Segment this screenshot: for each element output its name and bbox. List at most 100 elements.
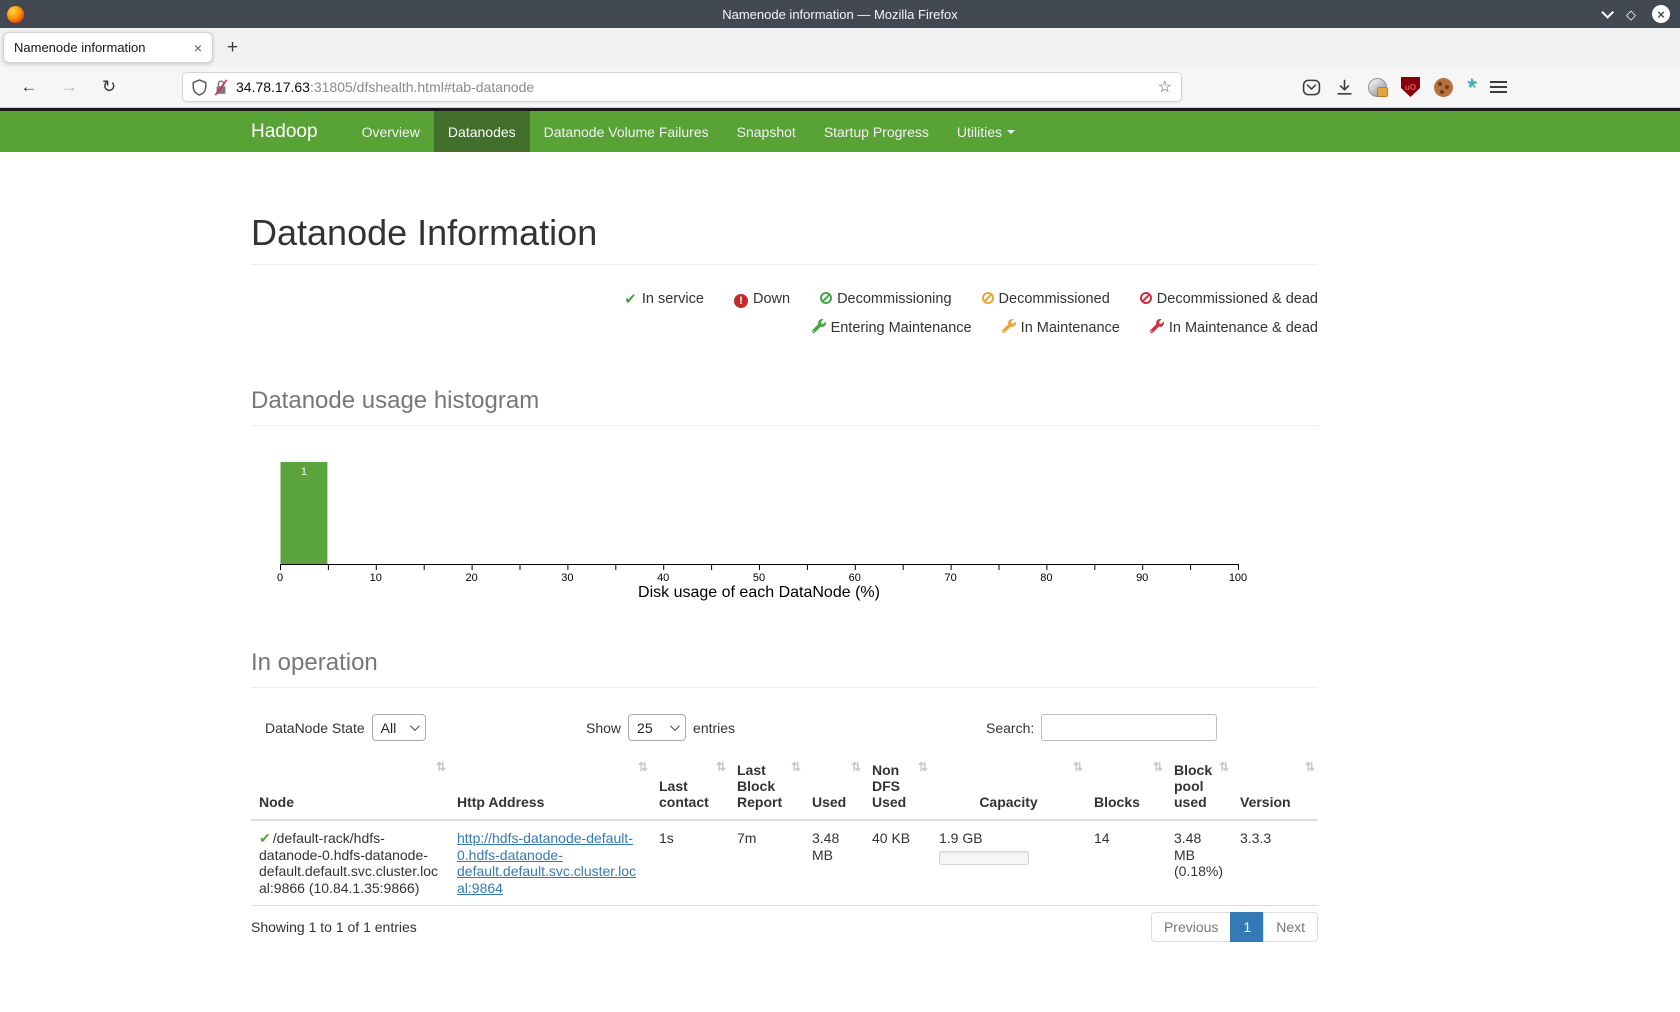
last-contact-cell: 1s bbox=[651, 820, 729, 906]
svg-text:50: 50 bbox=[753, 572, 765, 584]
url-host: 34.78.17.63 bbox=[236, 79, 310, 95]
col-used[interactable]: ⇅Used bbox=[804, 758, 864, 820]
back-button[interactable]: ← bbox=[18, 77, 40, 97]
blocks-cell: 14 bbox=[1086, 820, 1166, 906]
datanode-state-label: DataNode State bbox=[265, 720, 365, 736]
svg-text:90: 90 bbox=[1136, 572, 1148, 584]
legend-decommissioned: Decommissioned bbox=[982, 285, 1110, 313]
page-title: Datanode Information bbox=[251, 212, 1318, 265]
svg-text:60: 60 bbox=[849, 572, 861, 584]
new-tab-button[interactable]: + bbox=[227, 37, 238, 59]
col-capacity[interactable]: ⇅Capacity bbox=[931, 758, 1086, 820]
svg-text:Disk usage of each DataNode (%: Disk usage of each DataNode (%) bbox=[638, 584, 880, 601]
show-label: Show bbox=[586, 720, 621, 736]
col-non-dfs-used[interactable]: ⇅Non DFS Used bbox=[864, 758, 931, 820]
browser-tab[interactable]: Namenode information × bbox=[3, 32, 213, 63]
datanode-table: ⇅Node ⇅Http Address ⇅Last contact ⇅Last … bbox=[251, 758, 1318, 906]
page-length-select[interactable]: 25 bbox=[628, 714, 686, 741]
legend-decommissioned-dead: Decommissioned & dead bbox=[1140, 285, 1318, 313]
col-blocks[interactable]: ⇅Blocks bbox=[1086, 758, 1166, 820]
window-title: Namenode information — Mozilla Firefox bbox=[0, 7, 1680, 22]
table-row: ✔/default-rack/hdfs-datanode-0.hdfs-data… bbox=[251, 820, 1318, 906]
sort-icon: ⇅ bbox=[918, 760, 927, 774]
search-label: Search: bbox=[986, 720, 1034, 736]
sort-icon: ⇅ bbox=[436, 760, 445, 774]
ban-circle-icon bbox=[820, 292, 832, 304]
next-page-button[interactable]: Next bbox=[1263, 912, 1318, 942]
nav-item-overview[interactable]: Overview bbox=[348, 111, 434, 152]
sort-icon: ⇅ bbox=[1305, 760, 1314, 774]
window-close-button[interactable]: × bbox=[1652, 5, 1670, 23]
nav-item-volume-failures[interactable]: Datanode Volume Failures bbox=[530, 111, 723, 152]
forward-button[interactable]: → bbox=[58, 77, 80, 97]
col-last-block-report[interactable]: ⇅Last Block Report bbox=[729, 758, 804, 820]
nav-item-snapshot[interactable]: Snapshot bbox=[723, 111, 810, 152]
ublock-extension-icon[interactable]: uO bbox=[1401, 77, 1420, 97]
ban-circle-icon bbox=[982, 292, 994, 304]
col-version[interactable]: ⇅Version bbox=[1232, 758, 1318, 820]
datanode-state-select[interactable]: All bbox=[372, 714, 426, 741]
http-address-cell: http://hdfs-datanode-default-0.hdfs-data… bbox=[449, 820, 651, 906]
exclamation-circle-icon: ! bbox=[734, 294, 748, 308]
nav-item-utilities[interactable]: Utilities bbox=[943, 111, 1029, 152]
used-cell: 3.48 MB bbox=[804, 820, 864, 906]
bookmark-star-icon[interactable]: ☆ bbox=[1158, 77, 1172, 97]
previous-page-button[interactable]: Previous bbox=[1151, 912, 1231, 942]
shield-icon bbox=[192, 79, 207, 96]
download-icon[interactable] bbox=[1335, 78, 1354, 97]
sort-icon: ⇅ bbox=[1153, 760, 1162, 774]
menu-icon[interactable] bbox=[1490, 81, 1507, 93]
legend-in-maintenance: In Maintenance bbox=[1002, 314, 1120, 343]
pocket-icon[interactable] bbox=[1302, 78, 1321, 97]
page-1-button[interactable]: 1 bbox=[1230, 912, 1264, 942]
tab-title: Namenode information bbox=[14, 40, 188, 55]
sort-icon: ⇅ bbox=[791, 760, 800, 774]
col-block-pool-used[interactable]: ⇅Block pool used bbox=[1166, 758, 1232, 820]
tab-close-icon[interactable]: × bbox=[194, 40, 202, 56]
histogram-section-title: Datanode usage histogram bbox=[251, 387, 1318, 426]
svg-text:1: 1 bbox=[301, 466, 307, 478]
table-info: Showing 1 to 1 of 1 entries bbox=[251, 919, 417, 935]
nav-item-datanodes[interactable]: Datanodes bbox=[434, 111, 530, 152]
entries-label: entries bbox=[693, 720, 735, 736]
datanode-usage-histogram: 10102030405060708090100Disk usage of eac… bbox=[270, 452, 1318, 609]
nav-item-startup-progress[interactable]: Startup Progress bbox=[810, 111, 943, 152]
http-address-link[interactable]: http://hdfs-datanode-default-0.hdfs-data… bbox=[457, 830, 636, 896]
asterisk-extension-icon[interactable]: * bbox=[1467, 78, 1476, 97]
url-text: 34.78.17.63:31805/dfshealth.html#tab-dat… bbox=[236, 79, 1158, 95]
legend-in-maintenance-dead: In Maintenance & dead bbox=[1150, 314, 1318, 343]
capacity-cell: 1.9 GB bbox=[931, 820, 1086, 906]
hadoop-navbar: Hadoop Overview Datanodes Datanode Volum… bbox=[0, 111, 1680, 152]
sort-icon: ⇅ bbox=[851, 760, 860, 774]
cookie-extension-icon[interactable] bbox=[1434, 78, 1453, 97]
version-cell: 3.3.3 bbox=[1232, 820, 1318, 906]
sort-icon: ⇅ bbox=[1073, 760, 1082, 774]
proxy-extension-icon[interactable] bbox=[1368, 78, 1387, 97]
svg-text:30: 30 bbox=[561, 572, 573, 584]
node-cell: ✔/default-rack/hdfs-datanode-0.hdfs-data… bbox=[251, 820, 449, 906]
col-node[interactable]: ⇅Node bbox=[251, 758, 449, 820]
wrench-icon bbox=[812, 315, 826, 343]
navbar-brand[interactable]: Hadoop bbox=[251, 111, 334, 152]
window-maximize-button[interactable]: ◇ bbox=[1626, 8, 1636, 21]
svg-text:40: 40 bbox=[657, 572, 669, 584]
svg-text:80: 80 bbox=[1040, 572, 1052, 584]
window-minimize-button[interactable] bbox=[1601, 6, 1614, 19]
col-last-contact[interactable]: ⇅Last contact bbox=[651, 758, 729, 820]
svg-text:20: 20 bbox=[465, 572, 477, 584]
table-controls: DataNode State All Show 25 entries Searc… bbox=[251, 714, 1318, 744]
tab-bar: Namenode information × + bbox=[0, 28, 1680, 67]
chevron-down-icon bbox=[670, 721, 680, 731]
reload-button[interactable]: ↻ bbox=[98, 77, 120, 97]
legend-down: !Down bbox=[734, 285, 790, 313]
window-titlebar: Namenode information — Mozilla Firefox ◇… bbox=[0, 0, 1680, 28]
legend-in-service: ✔In service bbox=[624, 285, 704, 314]
search-input[interactable] bbox=[1041, 714, 1217, 741]
last-block-report-cell: 7m bbox=[729, 820, 804, 906]
url-bar[interactable]: 34.78.17.63:31805/dfshealth.html#tab-dat… bbox=[182, 72, 1182, 102]
browser-toolbar: ← → ↻ 34.78.17.63:31805/dfshealth.html#t… bbox=[0, 67, 1680, 108]
table-header-row: ⇅Node ⇅Http Address ⇅Last contact ⇅Last … bbox=[251, 758, 1318, 820]
svg-text:100: 100 bbox=[1229, 572, 1247, 584]
pagination: Previous 1 Next bbox=[1151, 912, 1318, 942]
col-http-address[interactable]: ⇅Http Address bbox=[449, 758, 651, 820]
